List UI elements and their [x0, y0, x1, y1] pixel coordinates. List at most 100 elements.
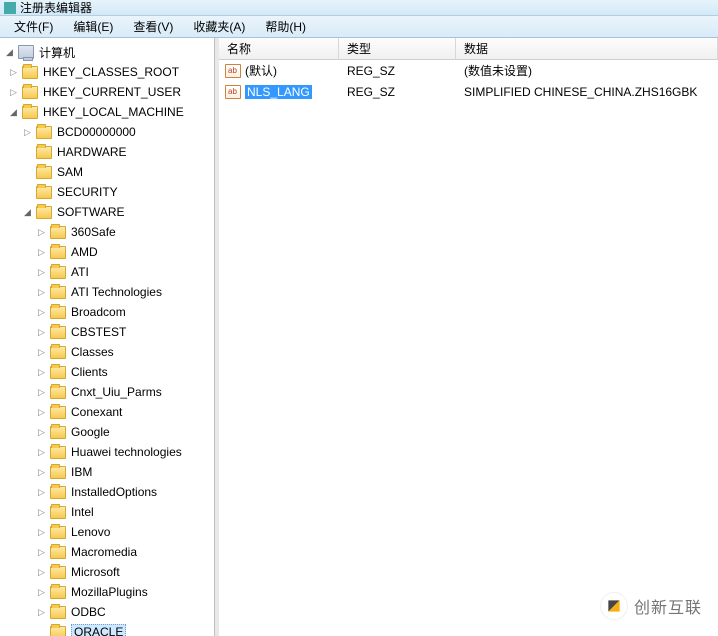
tree-key[interactable]: Macromedia [0, 542, 214, 562]
tree-key[interactable]: ATI Technologies [0, 282, 214, 302]
tree-key[interactable]: InstalledOptions [0, 482, 214, 502]
expander-icon[interactable] [22, 207, 33, 218]
folder-icon [50, 446, 66, 459]
value-row[interactable]: (默认) REG_SZ (数值未设置) [219, 60, 718, 81]
expander-icon [22, 187, 33, 198]
expander-icon[interactable] [36, 367, 47, 378]
expander-icon[interactable] [36, 287, 47, 298]
tree-key[interactable]: Classes [0, 342, 214, 362]
computer-icon [18, 45, 34, 59]
tree-key[interactable]: ATI [0, 262, 214, 282]
expander-icon[interactable] [36, 407, 47, 418]
expander-icon[interactable] [36, 567, 47, 578]
tree-key[interactable]: Lenovo [0, 522, 214, 542]
expander-icon[interactable] [36, 447, 47, 458]
menu-favorites[interactable]: 收藏夹(A) [185, 16, 253, 37]
string-value-icon [225, 64, 241, 78]
tree-label: ATI Technologies [71, 285, 162, 299]
expander-icon[interactable] [36, 547, 47, 558]
expander-icon[interactable] [36, 527, 47, 538]
tree-label: MozillaPlugins [71, 585, 148, 599]
tree-key[interactable]: Broadcom [0, 302, 214, 322]
folder-icon [50, 546, 66, 559]
folder-icon [50, 586, 66, 599]
tree-hive-current-user[interactable]: HKEY_CURRENT_USER [0, 82, 214, 102]
folder-icon [50, 526, 66, 539]
expander-icon[interactable] [36, 307, 47, 318]
value-name-cell: NLS_LANG [245, 85, 339, 99]
expander-icon[interactable] [4, 47, 15, 58]
tree-label: BCD00000000 [57, 125, 136, 139]
folder-icon [36, 126, 52, 139]
tree-key[interactable]: Intel [0, 502, 214, 522]
menu-help[interactable]: 帮助(H) [257, 16, 314, 37]
tree-key[interactable]: 360Safe [0, 222, 214, 242]
menu-file[interactable]: 文件(F) [6, 16, 61, 37]
tree-key[interactable]: MozillaPlugins [0, 582, 214, 602]
folder-icon [36, 206, 52, 219]
expander-icon[interactable] [36, 507, 47, 518]
list-body[interactable]: (默认) REG_SZ (数值未设置) NLS_LANG REG_SZ SIMP… [219, 60, 718, 636]
tree-key[interactable]: CBSTEST [0, 322, 214, 342]
tree-key[interactable]: Conexant [0, 402, 214, 422]
tree-key[interactable]: ODBC [0, 602, 214, 622]
tree-key[interactable]: SAM [0, 162, 214, 182]
tree-key[interactable]: Cnxt_Uiu_Parms [0, 382, 214, 402]
expander-icon[interactable] [36, 487, 47, 498]
folder-icon [50, 286, 66, 299]
column-header-type[interactable]: 类型 [339, 38, 456, 59]
tree-label: Cnxt_Uiu_Parms [71, 385, 162, 399]
expander-icon[interactable] [8, 107, 19, 118]
tree-label: HKEY_CURRENT_USER [43, 85, 181, 99]
value-data-cell: SIMPLIFIED CHINESE_CHINA.ZHS16GBK [456, 85, 718, 99]
tree-key[interactable]: Microsoft [0, 562, 214, 582]
tree-label: HKEY_LOCAL_MACHINE [43, 105, 184, 119]
tree-key[interactable]: SECURITY [0, 182, 214, 202]
expander-icon[interactable] [8, 67, 19, 78]
value-row[interactable]: NLS_LANG REG_SZ SIMPLIFIED CHINESE_CHINA… [219, 81, 718, 102]
expander-icon[interactable] [36, 267, 47, 278]
registry-tree-panel[interactable]: 计算机 HKEY_CLASSES_ROOT HKEY_CURRENT_USER … [0, 38, 215, 636]
string-value-icon [225, 85, 241, 99]
expander-icon[interactable] [36, 387, 47, 398]
tree-key[interactable]: Huawei technologies [0, 442, 214, 462]
menu-edit[interactable]: 编辑(E) [65, 16, 121, 37]
expander-icon[interactable] [36, 467, 47, 478]
tree-key[interactable]: Clients [0, 362, 214, 382]
tree-label: InstalledOptions [71, 485, 157, 499]
tree-key[interactable]: Google [0, 422, 214, 442]
watermark-logo-icon [600, 592, 628, 620]
expander-icon[interactable] [8, 87, 19, 98]
title-bar: 注册表编辑器 [0, 0, 718, 16]
expander-icon[interactable] [36, 327, 47, 338]
folder-icon [50, 226, 66, 239]
expander-icon[interactable] [36, 247, 47, 258]
column-header-name[interactable]: 名称 [219, 38, 339, 59]
tree-hive-classes-root[interactable]: HKEY_CLASSES_ROOT [0, 62, 214, 82]
expander-icon[interactable] [36, 227, 47, 238]
folder-icon [50, 366, 66, 379]
folder-icon [50, 326, 66, 339]
tree-key-software[interactable]: SOFTWARE [0, 202, 214, 222]
expander-icon[interactable] [36, 607, 47, 618]
tree-key-oracle[interactable]: ORACLE [0, 622, 214, 636]
tree-label: HARDWARE [57, 145, 127, 159]
column-header-data[interactable]: 数据 [456, 38, 718, 59]
folder-icon [22, 106, 38, 119]
tree-key[interactable]: AMD [0, 242, 214, 262]
value-name-cell: (默认) [245, 62, 339, 79]
expander-icon[interactable] [36, 347, 47, 358]
folder-icon [50, 626, 66, 636]
tree-root-computer[interactable]: 计算机 [0, 42, 214, 62]
menu-view[interactable]: 查看(V) [125, 16, 181, 37]
tree-hive-local-machine[interactable]: HKEY_LOCAL_MACHINE [0, 102, 214, 122]
expander-icon[interactable] [36, 587, 47, 598]
tree-key[interactable]: BCD00000000 [0, 122, 214, 142]
tree-key[interactable]: HARDWARE [0, 142, 214, 162]
folder-icon [50, 506, 66, 519]
expander-icon[interactable] [36, 427, 47, 438]
expander-icon [22, 167, 33, 178]
folder-icon [50, 566, 66, 579]
expander-icon[interactable] [22, 127, 33, 138]
tree-key[interactable]: IBM [0, 462, 214, 482]
